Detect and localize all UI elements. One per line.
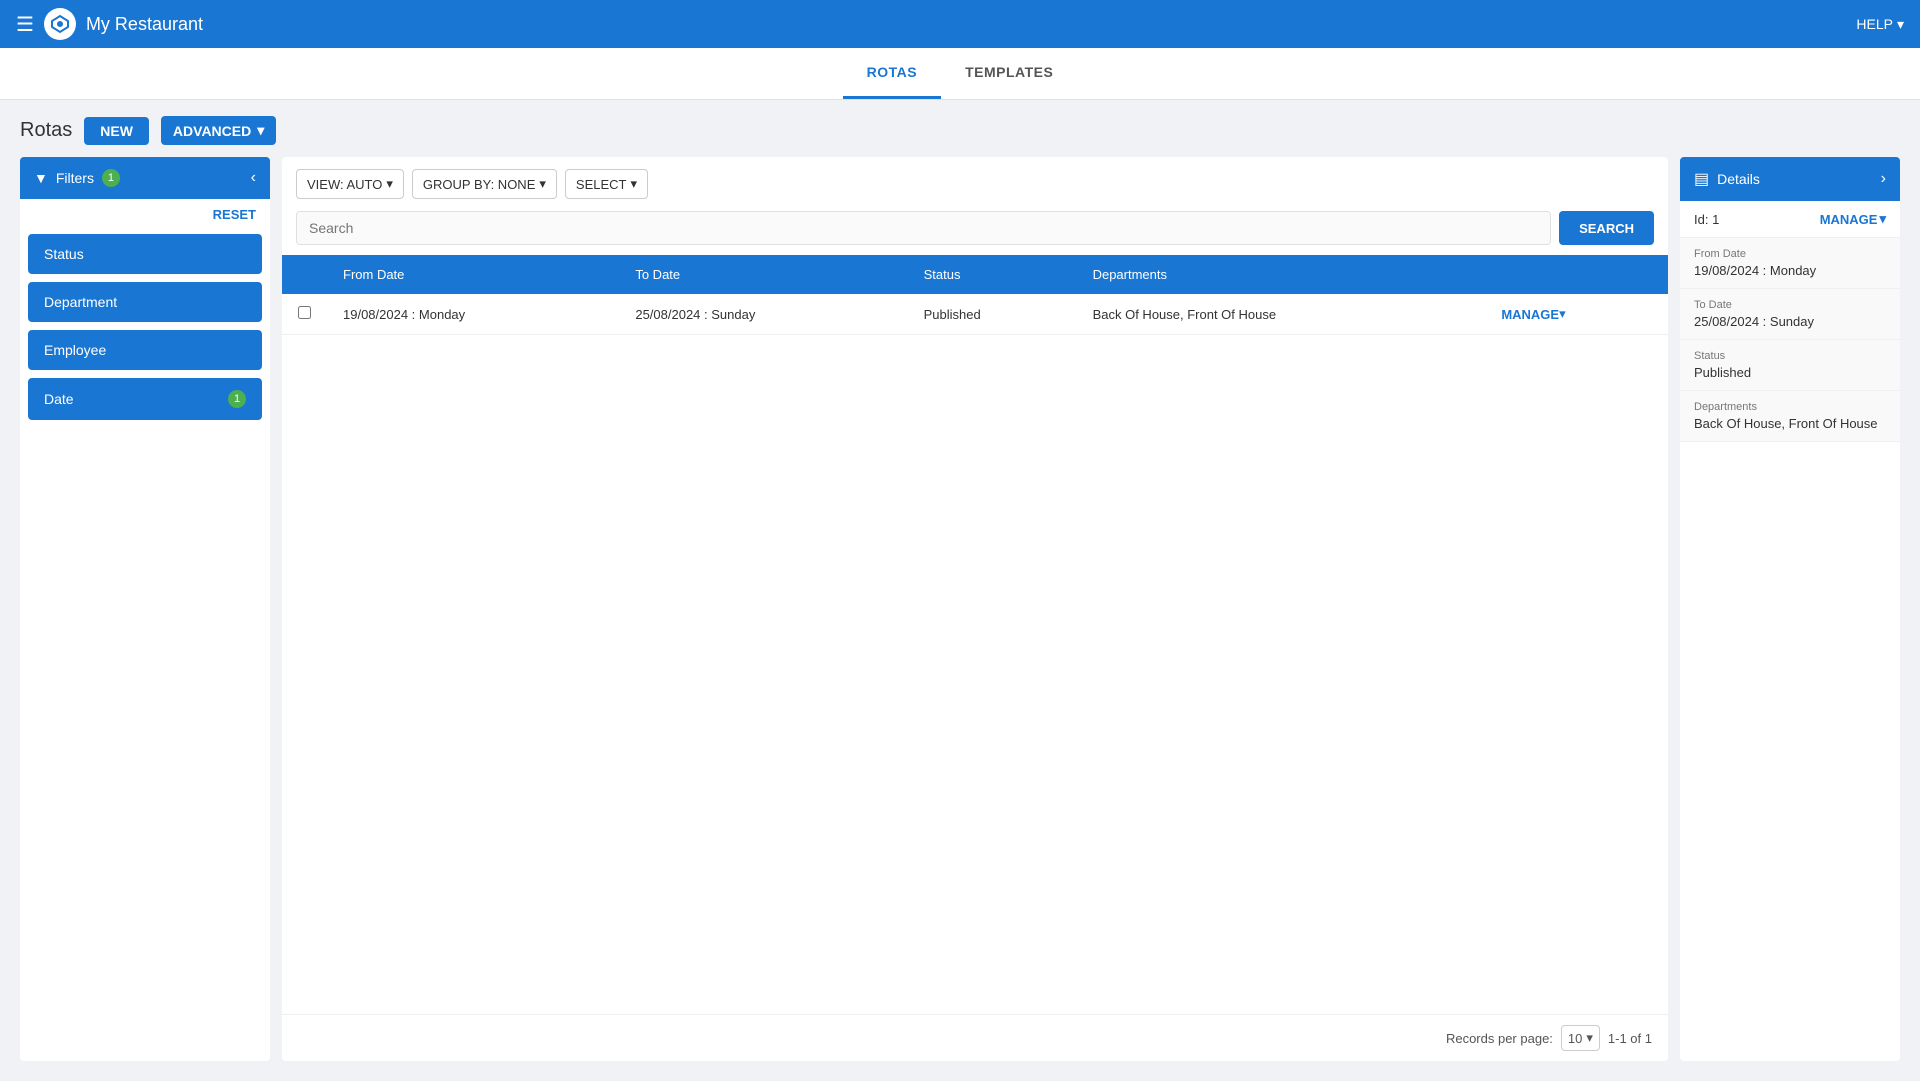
details-status: Status Published bbox=[1680, 340, 1900, 391]
col-departments: Departments bbox=[1077, 255, 1486, 294]
reset-button[interactable]: RESET bbox=[199, 199, 270, 230]
chevron-down-icon: ▾ bbox=[1879, 211, 1886, 227]
date-filter-badge: 1 bbox=[228, 390, 246, 408]
new-button[interactable]: NEW bbox=[84, 117, 149, 145]
row-manage-cell: MANAGE ▾ bbox=[1485, 294, 1668, 335]
rotas-table: From Date To Date Status Departments 19/… bbox=[282, 255, 1668, 335]
col-status: Status bbox=[908, 255, 1077, 294]
row-departments: Back Of House, Front Of House bbox=[1077, 294, 1486, 335]
chevron-down-icon: ▾ bbox=[386, 176, 393, 192]
search-row: SEARCH bbox=[282, 211, 1668, 255]
manage-chevron-icon[interactable]: ▾ bbox=[1559, 306, 1566, 322]
pagination-row: Records per page: 10 ▾ 1-1 of 1 bbox=[282, 1014, 1668, 1061]
row-status: Published bbox=[908, 294, 1077, 335]
tabs-bar: ROTAS TEMPLATES bbox=[0, 48, 1920, 100]
view-auto-button[interactable]: VIEW: AUTO ▾ bbox=[296, 169, 404, 199]
col-from-date: From Date bbox=[327, 255, 619, 294]
select-button[interactable]: SELECT ▾ bbox=[565, 169, 648, 199]
details-panel: ▤ Details › Id: 1 MANAGE ▾ From Date 19/… bbox=[1680, 157, 1900, 1061]
row-checkbox-cell bbox=[282, 294, 327, 335]
row-checkbox[interactable] bbox=[298, 306, 311, 319]
main-layout: ▼ Filters 1 ‹ RESET Status Department Em… bbox=[0, 157, 1920, 1081]
app-icon bbox=[44, 8, 76, 40]
details-id: Id: 1 bbox=[1694, 212, 1719, 227]
page-title: Rotas bbox=[20, 119, 72, 142]
details-expand-icon[interactable]: › bbox=[1881, 170, 1886, 188]
row-manage-button[interactable]: MANAGE bbox=[1501, 307, 1559, 322]
filter-date[interactable]: Date 1 bbox=[28, 378, 262, 420]
chevron-down-icon: ▾ bbox=[1897, 16, 1904, 33]
details-from-date: From Date 19/08/2024 : Monday bbox=[1680, 238, 1900, 289]
chevron-down-icon: ▾ bbox=[630, 176, 637, 192]
group-by-button[interactable]: GROUP BY: NONE ▾ bbox=[412, 169, 557, 199]
checkbox-header bbox=[282, 255, 327, 294]
view-toolbar: VIEW: AUTO ▾ GROUP BY: NONE ▾ SELECT ▾ bbox=[282, 157, 1668, 211]
search-input[interactable] bbox=[296, 211, 1551, 245]
search-button[interactable]: SEARCH bbox=[1559, 211, 1654, 245]
details-icon: ▤ bbox=[1694, 169, 1709, 189]
collapse-icon[interactable]: ‹ bbox=[251, 169, 256, 187]
pagination-range: 1-1 of 1 bbox=[1608, 1031, 1652, 1046]
details-to-date: To Date 25/08/2024 : Sunday bbox=[1680, 289, 1900, 340]
top-nav: ☰ My Restaurant HELP ▾ bbox=[0, 0, 1920, 48]
details-manage-button[interactable]: MANAGE ▾ bbox=[1820, 211, 1886, 227]
chevron-down-icon: ▾ bbox=[257, 122, 264, 139]
filter-department[interactable]: Department bbox=[28, 282, 262, 322]
filter-icon: ▼ bbox=[34, 170, 48, 186]
filters-panel: ▼ Filters 1 ‹ RESET Status Department Em… bbox=[20, 157, 270, 1061]
per-page-select[interactable]: 10 ▾ bbox=[1561, 1025, 1600, 1051]
table-header-row: From Date To Date Status Departments bbox=[282, 255, 1668, 294]
page-header: Rotas NEW ADVANCED ▾ bbox=[0, 100, 1920, 157]
hamburger-icon[interactable]: ☰ bbox=[16, 12, 34, 37]
details-header: ▤ Details › bbox=[1680, 157, 1900, 201]
filter-employee[interactable]: Employee bbox=[28, 330, 262, 370]
col-to-date: To Date bbox=[619, 255, 907, 294]
details-id-row: Id: 1 MANAGE ▾ bbox=[1680, 201, 1900, 238]
filter-status[interactable]: Status bbox=[28, 234, 262, 274]
chevron-down-icon: ▾ bbox=[1586, 1030, 1593, 1046]
chevron-down-icon: ▾ bbox=[539, 176, 546, 192]
row-from-date: 19/08/2024 : Monday bbox=[327, 294, 619, 335]
filters-badge: 1 bbox=[102, 169, 120, 187]
app-title: My Restaurant bbox=[86, 14, 203, 35]
tab-templates[interactable]: TEMPLATES bbox=[941, 48, 1077, 99]
row-to-date: 25/08/2024 : Sunday bbox=[619, 294, 907, 335]
tab-rotas[interactable]: ROTAS bbox=[843, 48, 941, 99]
advanced-button[interactable]: ADVANCED ▾ bbox=[161, 116, 276, 145]
filters-header: ▼ Filters 1 ‹ bbox=[20, 157, 270, 199]
center-panel: VIEW: AUTO ▾ GROUP BY: NONE ▾ SELECT ▾ S… bbox=[282, 157, 1668, 1061]
details-departments: Departments Back Of House, Front Of Hous… bbox=[1680, 391, 1900, 442]
table-row: 19/08/2024 : Monday 25/08/2024 : Sunday … bbox=[282, 294, 1668, 335]
col-actions bbox=[1485, 255, 1668, 294]
help-button[interactable]: HELP ▾ bbox=[1856, 16, 1904, 33]
records-per-page-label: Records per page: bbox=[1446, 1031, 1553, 1046]
